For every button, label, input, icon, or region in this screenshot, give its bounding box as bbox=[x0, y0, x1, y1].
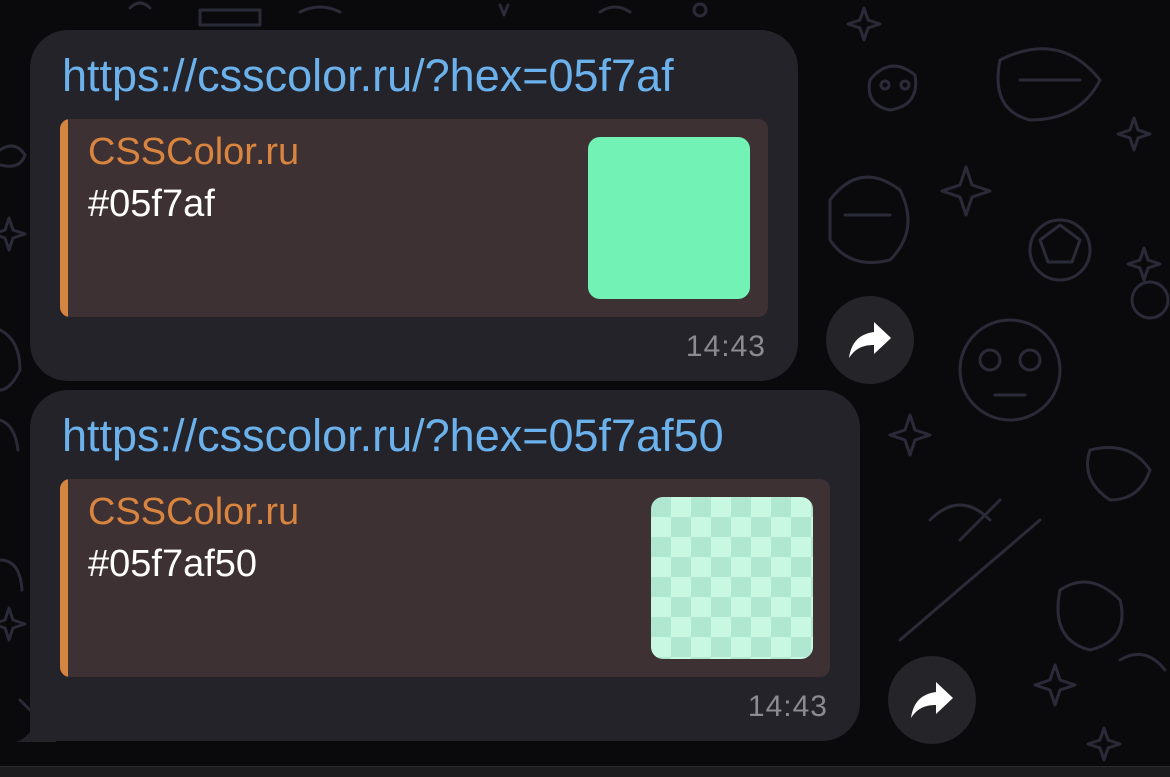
link-preview[interactable]: CSSColor.ru #05f7af bbox=[60, 119, 768, 317]
message-link[interactable]: https://csscolor.ru/?hex=05f7af bbox=[62, 50, 674, 102]
link-preview-title: #05f7af50 bbox=[88, 543, 258, 585]
share-button[interactable] bbox=[888, 656, 976, 744]
message-bubble[interactable]: https://csscolor.ru/?hex=05f7af CSSColor… bbox=[30, 30, 798, 381]
link-preview-accent-bar bbox=[60, 479, 68, 677]
link-preview-color-swatch[interactable] bbox=[588, 137, 750, 299]
link-preview[interactable]: CSSColor.ru #05f7af50 bbox=[60, 479, 830, 677]
message-bubble-tail bbox=[16, 702, 56, 742]
share-arrow-icon bbox=[849, 322, 891, 358]
link-preview-color-swatch[interactable] bbox=[651, 497, 813, 659]
bottom-bar bbox=[0, 766, 1170, 777]
link-preview-site-name: CSSColor.ru bbox=[88, 131, 300, 173]
message-link[interactable]: https://csscolor.ru/?hex=05f7af50 bbox=[62, 410, 724, 462]
link-preview-title: #05f7af bbox=[88, 183, 215, 225]
share-arrow-icon bbox=[911, 682, 953, 718]
message-timestamp: 14:43 bbox=[747, 690, 828, 723]
message-timestamp: 14:43 bbox=[685, 330, 766, 363]
message-bubble[interactable]: https://csscolor.ru/?hex=05f7af50 CSSCol… bbox=[30, 390, 860, 741]
share-button[interactable] bbox=[826, 296, 914, 384]
chat-view: https://csscolor.ru/?hex=05f7af CSSColor… bbox=[0, 0, 1170, 777]
link-preview-accent-bar bbox=[60, 119, 68, 317]
link-preview-site-name: CSSColor.ru bbox=[88, 491, 300, 533]
